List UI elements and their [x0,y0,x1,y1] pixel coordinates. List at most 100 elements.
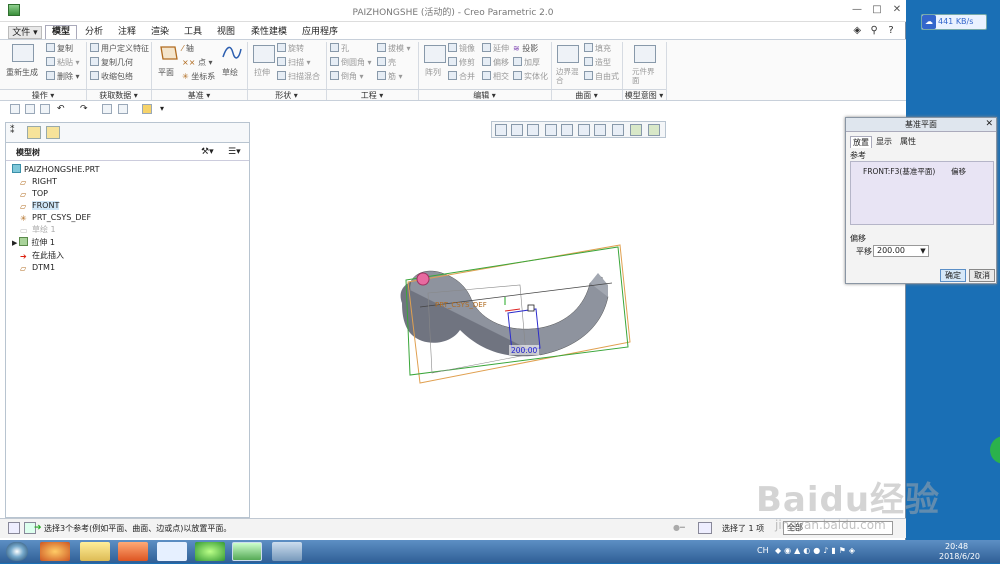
chevron-down-icon[interactable]: ▼ [918,246,928,256]
mirror-button[interactable]: 镜像 [448,43,475,55]
copy-button[interactable]: 复制 [46,43,73,55]
annotation-display-icon[interactable] [648,124,660,136]
minimize-button[interactable]: — [849,3,865,17]
display-style-icon[interactable] [561,124,573,136]
swept-blend-button[interactable]: 扫描混合 [277,71,320,83]
sweep-button[interactable]: 扫描 ▾ [277,57,311,69]
chamfer-button[interactable]: 倒角 ▾ [330,71,364,83]
delete-button[interactable]: 删除 ▾ [46,71,80,83]
tree-item-csys[interactable]: ✳ PRT_CSYS_DEF [20,212,91,224]
shell-button[interactable]: 壳 [377,57,396,69]
show-navigator-icon[interactable] [8,522,20,534]
thicken-button[interactable]: 加厚 [513,57,540,69]
group-datum[interactable]: 基准 ▾ [151,89,247,101]
ok-button[interactable]: 确定 [940,269,966,282]
group-get-data[interactable]: 获取数据 ▾ [86,89,151,101]
perspective-icon[interactable] [612,124,624,136]
group-editing[interactable]: 编辑 ▾ [418,89,551,101]
network-speed-widget[interactable]: ☁ 441 KB/s [921,14,987,30]
fill-button[interactable]: 填充 [584,43,611,55]
model-viewport[interactable]: PRT_CSYS_DEF 200.00 [380,235,650,395]
tab-placement[interactable]: 放置 [850,136,872,148]
tree-item-dtm1[interactable]: ▱ DTM1 [20,262,55,274]
tab-annotate[interactable]: 注释 [112,26,142,39]
freestyle-button[interactable]: 自由式 [584,71,619,83]
csys-button[interactable]: ✳ 坐标系 [182,71,215,83]
group-shapes[interactable]: 形状 ▾ [247,89,326,101]
translate-input[interactable]: 200.00 ▼ [873,245,929,257]
dimension-value[interactable]: 200.00 [511,346,537,355]
tab-tools[interactable]: 工具 [178,26,208,39]
model-tree-tab-icon[interactable]: ⁑ [10,126,24,139]
group-surfaces[interactable]: 曲面 ▾ [551,89,622,101]
undo-icon[interactable]: ↶ [57,104,71,114]
revolve-button[interactable]: 旋转 [277,43,304,55]
close-window-icon[interactable] [142,104,152,114]
tray-icons[interactable]: ◆◉▲◐●♪▮⚑◈ [775,544,858,558]
udf-button[interactable]: 用户定义特征 [90,43,149,55]
group-engineering[interactable]: 工程 ▾ [326,89,418,101]
extend-button[interactable]: 延伸 [482,43,509,55]
tree-item-right[interactable]: ▱ RIGHT [20,176,57,188]
tree-item-part[interactable]: PAIZHONGSHE.PRT [12,164,100,176]
taskbar-app-1[interactable] [40,542,70,561]
favorites-tab-icon[interactable] [46,126,60,139]
settings-icon[interactable]: ◈ [851,25,863,37]
expand-arrow-icon[interactable]: ▶ [12,239,17,247]
offset-button[interactable]: 偏移 [482,57,509,69]
new-icon[interactable] [10,104,20,114]
tab-file[interactable]: 文件 ▾ [8,26,42,39]
reference-name[interactable]: FRONT:F3(基准平面) [863,166,935,177]
customize-qat-icon[interactable]: ▾ [160,104,170,114]
tree-item-sketch[interactable]: ▭ 草绘 1 [20,224,56,236]
tab-display[interactable]: 显示 [874,136,894,148]
tab-view[interactable]: 视图 [211,26,241,39]
start-button[interactable] [6,542,28,561]
close-button[interactable]: ✕ [889,3,905,17]
tab-properties[interactable]: 属性 [898,136,918,148]
taskbar-browser[interactable] [195,542,225,561]
tab-flexible-modeling[interactable]: 柔性建模 [244,26,294,39]
help-icon[interactable]: ? [885,25,897,37]
regenerate-button[interactable]: 重新生成 [6,67,38,79]
tree-columns-icon[interactable]: ☰▾ [228,147,241,157]
reference-constraint[interactable]: 偏移 [951,166,966,177]
maximize-button[interactable]: □ [869,3,885,17]
language-indicator[interactable]: CH [757,544,769,558]
hole-button[interactable]: 孔 [330,43,349,55]
taskbar-cloud[interactable] [157,542,187,561]
windows-icon[interactable] [118,104,128,114]
boundary-blend-button[interactable]: 边界混合 [556,67,582,87]
group-model-intent[interactable]: 模型意图 ▾ [622,89,666,101]
solidify-button[interactable]: 实体化 [513,71,548,83]
side-widget[interactable] [990,436,1000,464]
tab-render[interactable]: 渲染 [145,26,175,39]
regenerate-small-icon[interactable] [102,104,112,114]
folder-browser-tab-icon[interactable] [27,126,41,139]
plane-button[interactable]: 平面 [158,67,174,79]
draft-button[interactable]: 拔模 ▾ [377,43,411,55]
tree-item-insert-here[interactable]: ➔ 在此插入 [20,250,64,262]
tab-applications[interactable]: 应用程序 [297,26,343,39]
merge-button[interactable]: 合并 [448,71,475,83]
save-icon[interactable] [40,104,50,114]
round-button[interactable]: 倒圆角 ▾ [330,57,372,69]
redo-icon[interactable]: ↷ [80,104,94,114]
open-icon[interactable] [25,104,35,114]
clock-date[interactable]: 2018/6/20 [939,550,980,564]
taskbar-paint[interactable] [272,542,302,561]
zoom-in-icon[interactable] [511,124,523,136]
shrinkwrap-button[interactable]: 收缩包络 [90,71,133,83]
tree-settings-icon[interactable]: ⚒▾ [201,147,214,157]
sketch-button[interactable]: 草绘 [222,67,238,79]
tree-item-front[interactable]: ▱ FRONT [20,200,60,212]
component-interface-button[interactable]: 元件界面 [632,67,658,87]
paste-button[interactable]: 粘贴 ▾ [46,57,80,69]
drag-handle[interactable] [416,272,430,286]
cancel-button[interactable]: 取消 [969,269,995,282]
taskbar-creo[interactable] [232,542,262,561]
dialog-close-icon[interactable]: ✕ [985,119,993,129]
project-button[interactable]: ≋ 投影 [513,43,538,55]
view-manager-icon[interactable] [594,124,606,136]
rib-button[interactable]: 筋 ▾ [377,71,403,83]
